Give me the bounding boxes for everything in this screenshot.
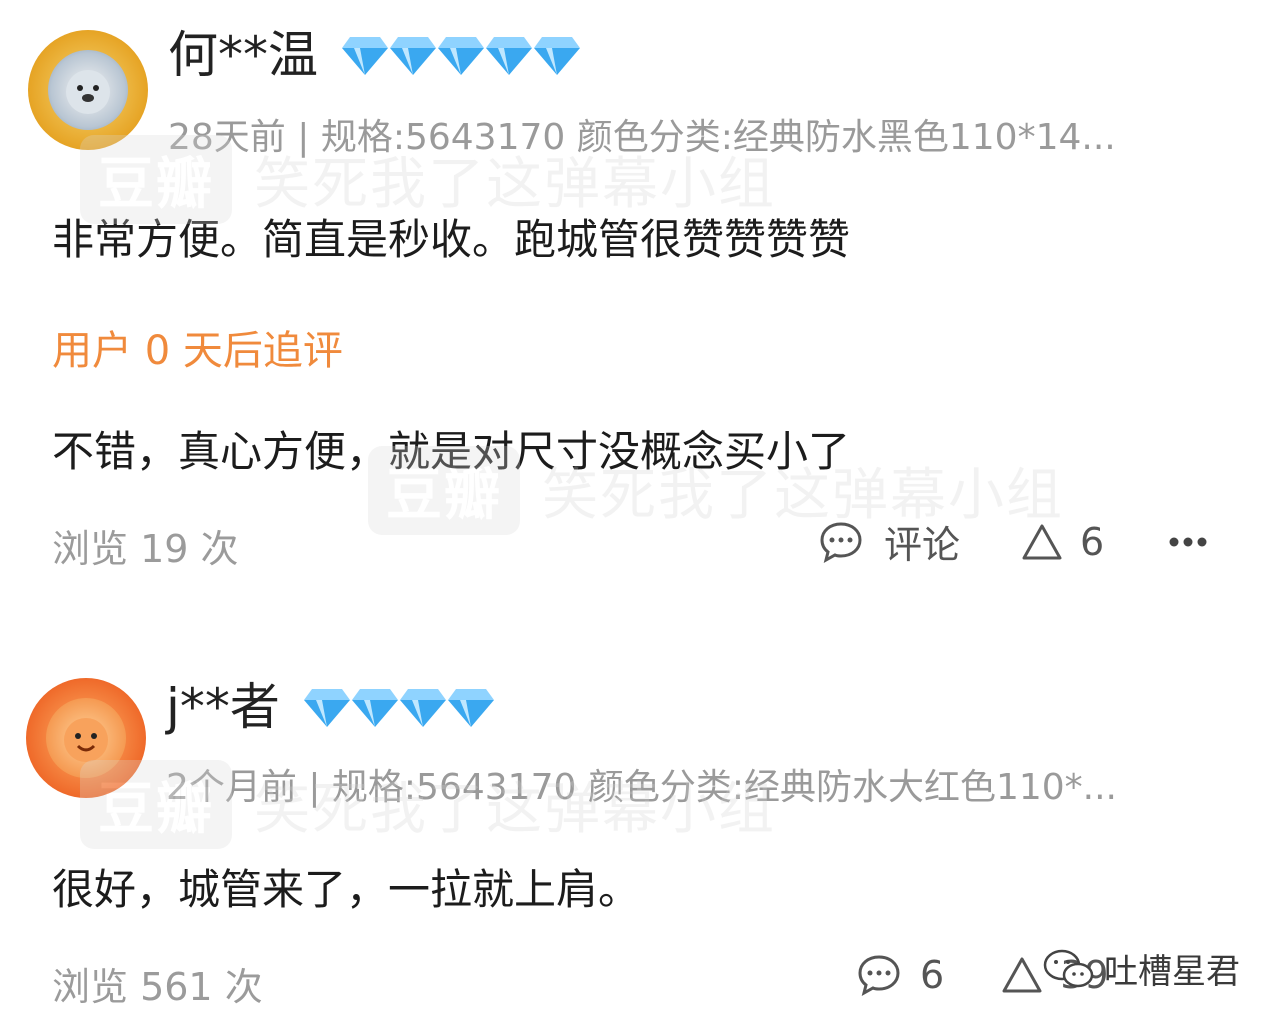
diamond-icon (342, 37, 388, 75)
upvote-icon (1022, 524, 1062, 559)
user-header: 何**温 (168, 30, 580, 80)
review-meta: 28天前 | 规格:5643170 颜色分类:经典防水黑色110*14... (168, 117, 1116, 158)
level-badge (302, 685, 494, 729)
diamond-icon (534, 37, 580, 75)
review-text: 很好，城管来了，一拉就上肩。 (52, 865, 641, 914)
review-text: 非常方便。简直是秒收。跑城管很赞赞赞赞 (52, 215, 851, 264)
more-button[interactable] (1168, 536, 1208, 548)
crab-face-icon (64, 718, 108, 762)
comment-icon (858, 955, 900, 996)
comment-button[interactable]: 评论 (818, 514, 960, 569)
diamond-icon (438, 37, 484, 75)
like-count: 6 (1080, 519, 1105, 564)
seal-face-icon (66, 70, 110, 114)
review-item: 何**温 28天前 | 规格:5643170 颜色分类:经典防水黑色110*14… (0, 0, 1280, 600)
user-header: j**者 (166, 682, 494, 732)
follow-up-text: 不错，真心方便，就是对尺寸没概念买小了 (52, 427, 851, 476)
avatar[interactable] (26, 678, 146, 798)
level-badge (340, 33, 580, 77)
view-count: 浏览 19 次 (52, 527, 239, 571)
follow-up-label: 用户 0 天后追评 (52, 328, 343, 374)
signature-text: 吐槽星君 (1104, 952, 1240, 992)
username[interactable]: 何**温 (168, 30, 318, 80)
diamond-icon (303, 689, 350, 727)
review-meta: 2个月前 | 规格:5643170 颜色分类:经典防水大红色110*... (166, 767, 1117, 808)
view-count: 浏览 561 次 (52, 965, 263, 1009)
diamond-icon (399, 689, 446, 727)
review-actions: 评论 6 (818, 514, 1208, 569)
comment-icon (820, 521, 862, 563)
comment-button[interactable]: 6 (856, 952, 944, 998)
diamond-icon (486, 37, 532, 75)
diamond-icon (447, 689, 494, 727)
avatar[interactable] (28, 30, 148, 150)
username[interactable]: j**者 (166, 682, 280, 732)
wechat-icon (1043, 949, 1094, 987)
source-signature: 吐槽星君 (1042, 944, 1240, 993)
diamond-icon (351, 689, 398, 727)
upvote-button[interactable]: 6 (1020, 520, 1104, 564)
more-icon (1169, 537, 1207, 546)
comment-count: 6 (920, 953, 945, 997)
diamond-icon (390, 37, 436, 75)
upvote-icon (1002, 957, 1042, 993)
comment-label: 评论 (884, 523, 961, 567)
